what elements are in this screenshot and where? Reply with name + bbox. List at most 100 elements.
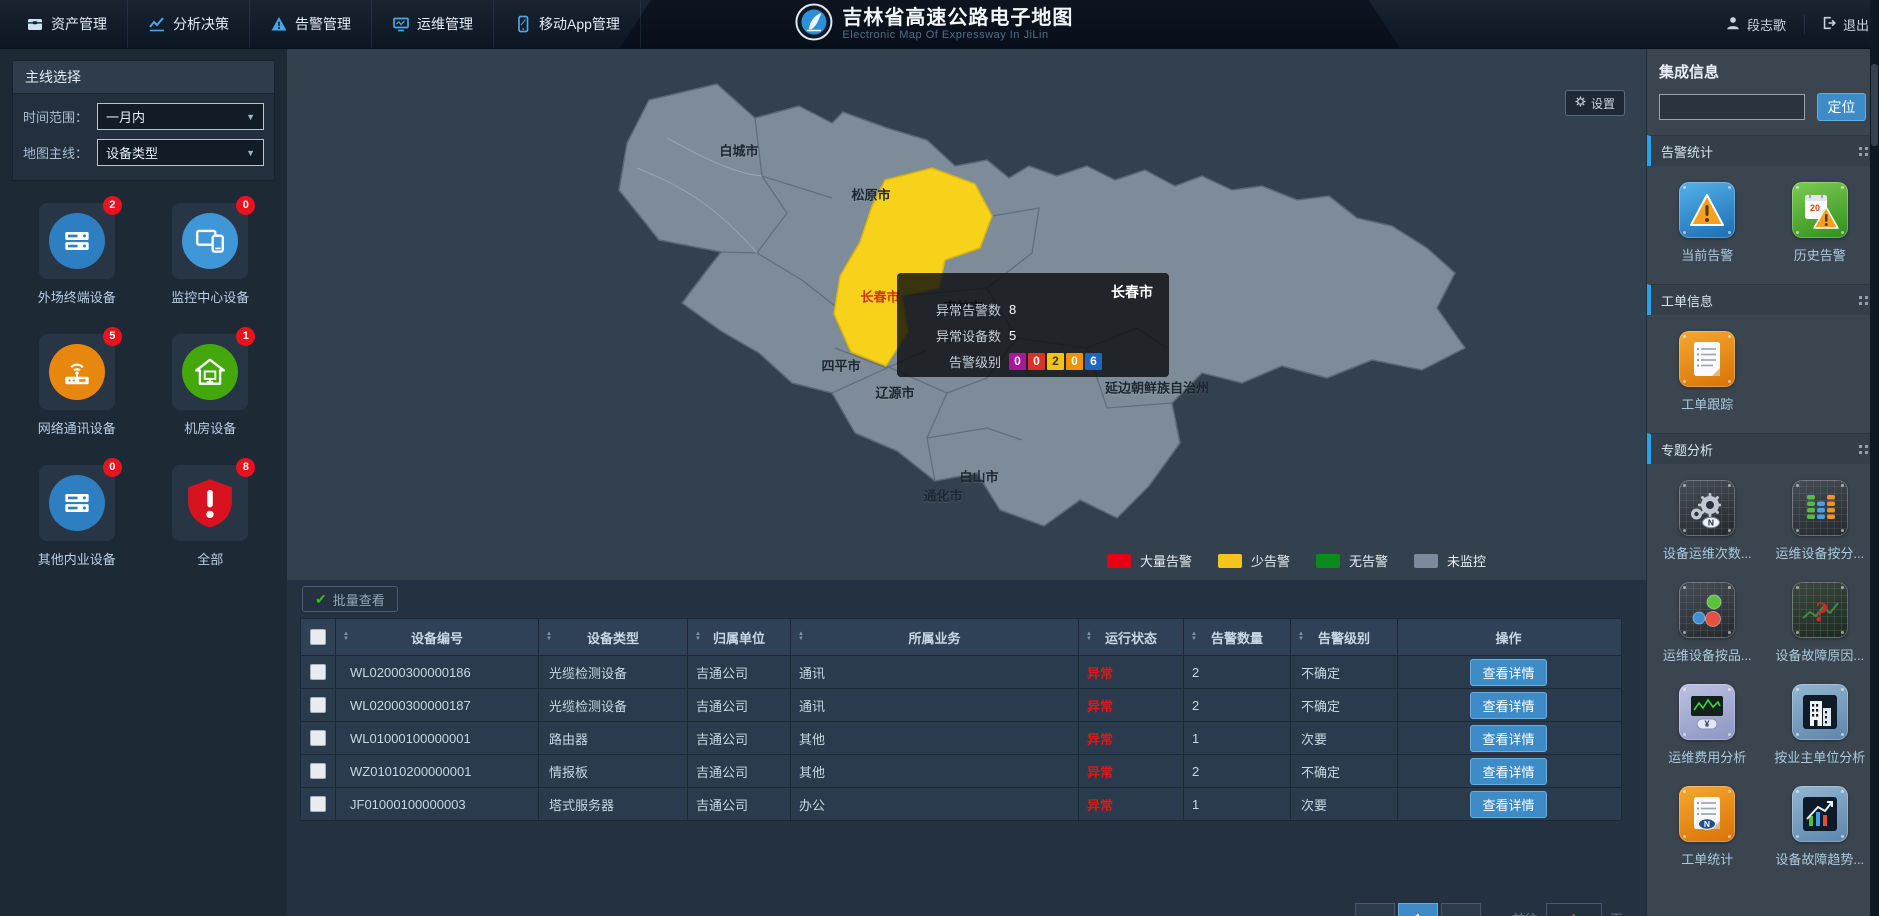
col-device-code[interactable]: ▲▼设备编号	[336, 619, 539, 655]
integration-search-input[interactable]	[1659, 94, 1805, 120]
device-type-monitor-center[interactable]: 0 监控中心设备	[150, 203, 270, 306]
table-row: JF01000100000003 塔式服务器 吉通公司 办公 异常 1 次要 查…	[301, 787, 1621, 820]
city-label[interactable]: 白城市	[719, 141, 758, 160]
tooltip-city: 长春市	[1111, 282, 1153, 302]
logout-button[interactable]: 退出	[1804, 15, 1869, 34]
shortcut-workorder-stats[interactable]: N 工单统计	[1654, 786, 1760, 868]
menu-alarm-management[interactable]: 告警管理	[250, 0, 372, 48]
sort-icon[interactable]: ▲▼	[695, 632, 701, 642]
menu-asset-management[interactable]: 资产管理	[6, 0, 128, 48]
menu-ops-management[interactable]: 运维管理	[372, 0, 494, 48]
col-biz[interactable]: ▲▼所属业务	[791, 619, 1079, 655]
current-page-button[interactable]: 1	[1398, 903, 1438, 916]
view-detail-button[interactable]: 查看详情	[1470, 692, 1546, 719]
drag-handle-icon[interactable]	[1859, 296, 1868, 305]
badge-count: 0	[103, 458, 122, 477]
legend-label: 无告警	[1349, 551, 1388, 570]
cell-alarm-count: 2	[1184, 656, 1291, 688]
view-detail-button[interactable]: 查看详情	[1470, 758, 1546, 785]
tooltip-device-label: 异常设备数	[897, 326, 1001, 345]
col-org[interactable]: ▲▼归属单位	[688, 619, 791, 655]
col-status[interactable]: ▲▼运行状态	[1079, 619, 1184, 655]
map-mainline-value: 设备类型	[106, 143, 158, 162]
row-checkbox[interactable]	[310, 763, 326, 779]
col-alarm-count[interactable]: ▲▼告警数量	[1184, 619, 1291, 655]
view-detail-button[interactable]: 查看详情	[1470, 659, 1546, 686]
shortcut-history-alarm[interactable]: 20 历史告警	[1767, 182, 1873, 264]
mainline-panel: 主线选择 时间范围： 一月内 ▼ 地图主线： 设备类型 ▼	[12, 60, 275, 181]
page-scrollbar[interactable]	[1870, 0, 1879, 916]
map-settings-button[interactable]: 设置	[1565, 90, 1625, 116]
view-detail-button[interactable]: 查看详情	[1470, 725, 1546, 752]
cell-biz: 通讯	[791, 689, 1079, 721]
shortcut-workorder-track[interactable]: 工单跟踪	[1654, 331, 1760, 413]
sort-icon[interactable]: ▲▼	[343, 632, 349, 642]
city-label-highlighted[interactable]: 长春市	[860, 287, 899, 306]
menu-mobile-app[interactable]: 移动App管理	[494, 0, 641, 48]
line-chart-icon	[148, 15, 166, 33]
time-range-select[interactable]: 一月内 ▼	[97, 103, 264, 130]
col-alarm-level[interactable]: ▲▼告警级别	[1291, 619, 1398, 655]
city-label[interactable]: 辽源市	[875, 383, 914, 402]
city-label[interactable]: 松原市	[851, 185, 890, 204]
table-header-row: ▲▼设备编号 ▲▼设备类型 ▲▼归属单位 ▲▼所属业务 ▲▼运行状态 ▲▼告警数…	[301, 619, 1621, 655]
cell-alarm-count: 1	[1184, 722, 1291, 754]
device-type-outfield[interactable]: 2 外场终端设备	[17, 203, 137, 306]
batch-view-button[interactable]: ✔ 批量查看	[302, 586, 398, 612]
view-detail-button[interactable]: 查看详情	[1470, 791, 1546, 818]
device-type-machine-room[interactable]: 1 机房设备	[150, 334, 270, 437]
shortcut-fault-reason[interactable]: ? 设备故障原因...	[1767, 582, 1873, 664]
menu-label: 移动App管理	[539, 14, 620, 34]
cell-device-type: 塔式服务器	[539, 788, 688, 820]
scrollbar-thumb[interactable]	[1871, 64, 1878, 146]
device-type-other-indoor[interactable]: 0 其他内业设备	[17, 465, 137, 568]
server-icon	[49, 475, 105, 531]
prev-page-button[interactable]: ‹	[1355, 903, 1395, 916]
shortcut-ops-cost-analysis[interactable]: ¥ 运维费用分析	[1654, 684, 1760, 766]
row-checkbox[interactable]	[310, 664, 326, 680]
province-map[interactable]: 白城市 松原市 长春市 吉林市 四平市 辽源市 延边朝鲜族自治州 白山市 通化市…	[287, 48, 1646, 580]
city-label[interactable]: 四平市	[821, 356, 860, 375]
level-box: 0	[1066, 353, 1083, 370]
goto-page-input[interactable]: 1	[1546, 903, 1602, 916]
city-label[interactable]: 通化市	[923, 486, 962, 505]
city-label[interactable]: 白山市	[959, 467, 998, 486]
legend-label: 未监控	[1447, 551, 1486, 570]
select-all-checkbox[interactable]	[310, 629, 326, 645]
sort-icon[interactable]: ▲▼	[798, 632, 804, 642]
shortcut-fault-trend[interactable]: 设备故障趋势...	[1767, 786, 1873, 868]
locate-button[interactable]: 定位	[1817, 93, 1866, 121]
phone-icon	[514, 15, 532, 33]
row-checkbox[interactable]	[310, 730, 326, 746]
devices-icon	[182, 213, 238, 269]
row-checkbox[interactable]	[310, 796, 326, 812]
drag-handle-icon[interactable]	[1859, 445, 1868, 454]
section-topic-analysis[interactable]: 专题分析	[1647, 433, 1879, 464]
next-page-button[interactable]: ›	[1441, 903, 1481, 916]
shortcut-by-owner-unit[interactable]: 按业主单位分析	[1767, 684, 1873, 766]
col-device-type[interactable]: ▲▼设备类型	[539, 619, 688, 655]
shortcut-ops-device-by-class[interactable]: 运维设备按分...	[1767, 480, 1873, 562]
shortcut-current-alarm[interactable]: 当前告警	[1654, 182, 1760, 264]
sort-icon[interactable]: ▲▼	[1191, 632, 1197, 642]
sort-icon[interactable]: ▲▼	[1298, 632, 1304, 642]
tooltip-alarm-count: 8	[1009, 302, 1016, 317]
section-alarm-stats[interactable]: 告警统计	[1647, 135, 1879, 166]
section-workorder-info[interactable]: 工单信息	[1647, 284, 1879, 315]
device-type-label: 其他内业设备	[17, 549, 137, 568]
menu-analysis-decision[interactable]: 分析决策	[128, 0, 250, 48]
device-type-all[interactable]: 8 全部	[150, 465, 270, 568]
map-legend: 大量告警 少告警 无告警 未监控	[1107, 551, 1486, 570]
city-label[interactable]: 延边朝鲜族自治州	[1105, 378, 1209, 397]
device-type-network-comm[interactable]: 5 网络通讯设备	[17, 334, 137, 437]
time-range-row: 时间范围： 一月内 ▼	[13, 94, 274, 130]
cell-org: 吉通公司	[688, 722, 791, 754]
shortcut-device-ops-count[interactable]: N 设备运维次数...	[1654, 480, 1760, 562]
drag-handle-icon[interactable]	[1859, 147, 1868, 156]
user-menu[interactable]: 段志歌	[1725, 15, 1786, 34]
shortcut-ops-device-by-brand[interactable]: 运维设备按品...	[1654, 582, 1760, 664]
sort-icon[interactable]: ▲▼	[546, 632, 552, 642]
sort-icon[interactable]: ▲▼	[1086, 632, 1092, 642]
map-mainline-select[interactable]: 设备类型 ▼	[97, 139, 264, 166]
row-checkbox[interactable]	[310, 697, 326, 713]
